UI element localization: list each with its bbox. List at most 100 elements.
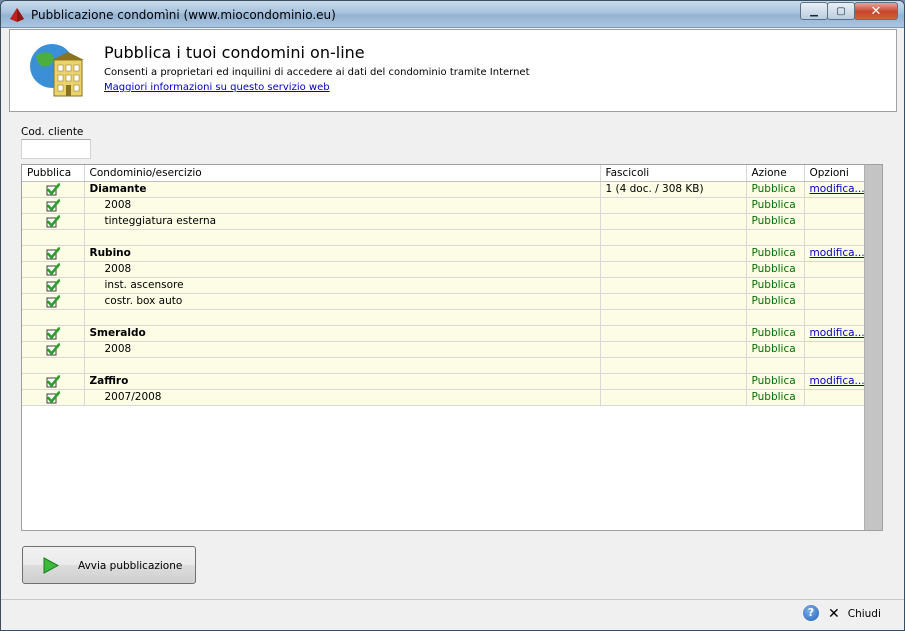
cell-azione[interactable]: Pubblica [746,213,805,230]
help-icon[interactable]: ? [803,605,819,621]
cell-condominio: Smeraldo [84,325,601,342]
header-subtitle: Consenti a proprietari ed inquilini di a… [104,67,530,78]
maximize-button[interactable]: ▢ [827,2,855,20]
info-link[interactable]: Maggiori informazioni su questo servizio… [104,82,330,93]
cell-azione[interactable]: Pubblica [746,341,805,358]
cell-opzioni [804,261,865,278]
cell-azione[interactable]: Pubblica [746,325,805,342]
cell-pubblica[interactable] [22,261,85,278]
col-header-condominio[interactable]: Condominio/esercizio [84,165,601,182]
cell-condominio: 2008 [84,341,601,358]
table-row-spacer [22,309,865,326]
cell-azione [746,309,805,326]
cell-azione[interactable]: Pubblica [746,245,805,262]
modifica-link[interactable]: modifica... [804,245,865,262]
cell-pubblica[interactable] [22,341,85,358]
checkbox-checked-icon[interactable] [46,294,60,308]
cell-fascicoli [600,373,747,390]
cell-pubblica[interactable] [22,277,85,294]
cell-pubblica [22,229,85,246]
vertical-scrollbar[interactable] [864,165,882,530]
checkbox-checked-icon[interactable] [46,278,60,292]
close-icon: ✕ [870,3,882,19]
close-window-button[interactable]: ✕ [854,2,898,20]
cell-fascicoli [600,309,747,326]
cell-fascicoli [600,341,747,358]
cell-pubblica[interactable] [22,181,85,198]
checkbox-checked-icon[interactable] [46,182,60,196]
cell-pubblica[interactable] [22,373,85,390]
table-row[interactable]: Diamante 1 (4 doc. / 308 KB) Pubblica modif… [22,181,865,198]
checkbox-checked-icon[interactable] [46,262,60,276]
table-row[interactable]: tinteggiatura esterna Pubblica [22,213,865,230]
cell-opzioni [804,213,865,230]
table-row[interactable]: costr. box auto Pubblica [22,293,865,310]
modifica-link[interactable]: modifica... [804,181,865,198]
checkbox-checked-icon[interactable] [46,342,60,356]
cell-opzioni [804,229,865,246]
checkbox-checked-icon[interactable] [46,374,60,388]
cell-azione[interactable]: Pubblica [746,277,805,294]
cell-fascicoli [600,325,747,342]
table-header-row: Pubblica Condominio/esercizio Fascicoli … [22,165,865,182]
modifica-link[interactable]: modifica... [804,325,865,342]
table-row[interactable]: Zaffiro Pubblica modifica... [22,373,865,390]
checkbox-checked-icon[interactable] [46,246,60,260]
maximize-icon: ▢ [836,5,846,17]
cell-condominio [84,309,601,326]
cell-azione[interactable]: Pubblica [746,261,805,278]
cell-pubblica[interactable] [22,245,85,262]
col-header-azione[interactable]: Azione [746,165,805,182]
title-bar[interactable]: Pubblicazione condomìni (www.miocondomin… [1,1,904,28]
globe-building-icon [30,44,84,97]
table-row[interactable]: inst. ascensore Pubblica [22,277,865,294]
minimize-button[interactable]: ▁ [800,2,828,20]
cell-condominio: tinteggiatura esterna [84,213,601,230]
checkbox-checked-icon[interactable] [46,214,60,228]
cell-fascicoli [600,245,747,262]
checkbox-checked-icon[interactable] [46,198,60,212]
checkbox-checked-icon[interactable] [46,326,60,340]
table-row[interactable]: Rubino Pubblica modifica... [22,245,865,262]
checkbox-checked-icon[interactable] [46,390,60,404]
cell-pubblica[interactable] [22,213,85,230]
table-row[interactable]: Smeraldo Pubblica modifica... [22,325,865,342]
cell-pubblica[interactable] [22,197,85,214]
col-header-opzioni[interactable]: Opzioni [804,165,865,182]
cell-opzioni [804,293,865,310]
cell-pubblica[interactable] [22,389,85,406]
modifica-link[interactable]: modifica... [804,373,865,390]
cell-opzioni [804,341,865,358]
cell-fascicoli [600,213,747,230]
cod-cliente-label: Cod. cliente [21,126,84,138]
cell-fascicoli [600,357,747,374]
cell-pubblica[interactable] [22,325,85,342]
cell-opzioni [804,277,865,294]
cell-azione[interactable]: Pubblica [746,389,805,406]
cell-fascicoli [600,197,747,214]
cell-azione[interactable]: Pubblica [746,197,805,214]
cell-opzioni [804,309,865,326]
col-header-fascicoli[interactable]: Fascicoli [600,165,747,182]
window-title: Pubblicazione condomìni (www.miocondomin… [31,8,336,22]
cell-azione[interactable]: Pubblica [746,293,805,310]
avvia-pubblicazione-button[interactable]: Avvia pubblicazione [22,546,196,584]
chiudi-label: Chiudi [847,608,881,620]
condomini-table: Pubblica Condominio/esercizio Fascicoli … [22,165,865,406]
cell-pubblica [22,357,85,374]
cod-cliente-input[interactable] [21,139,91,159]
cell-condominio: 2007/2008 [84,389,601,406]
cell-fascicoli: 1 (4 doc. / 308 KB) [600,181,747,198]
play-icon [43,557,59,574]
cell-fascicoli [600,277,747,294]
cell-azione[interactable]: Pubblica [746,181,805,198]
chiudi-button[interactable]: ✕ Chiudi [828,605,881,623]
table-row[interactable]: 2008 Pubblica [22,261,865,278]
col-header-pubblica[interactable]: Pubblica [22,165,85,182]
cell-pubblica [22,309,85,326]
cell-azione[interactable]: Pubblica [746,373,805,390]
cell-pubblica[interactable] [22,293,85,310]
table-row[interactable]: 2008 Pubblica [22,341,865,358]
table-row[interactable]: 2008 Pubblica [22,197,865,214]
table-row[interactable]: 2007/2008 Pubblica [22,389,865,406]
